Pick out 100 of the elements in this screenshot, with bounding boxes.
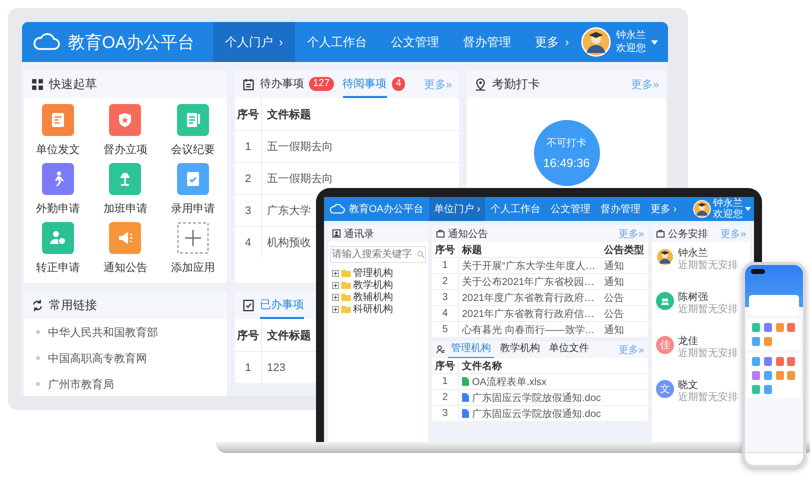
row-number: 4: [244, 236, 252, 248]
plus-box-icon[interactable]: [332, 282, 339, 288]
table-cell[interactable]: 五一假期去向: [267, 173, 333, 185]
link[interactable]: 中华人民共和国教育部: [48, 324, 158, 340]
tab[interactable]: 单位文件: [546, 341, 592, 358]
notepad-icon[interactable]: [177, 104, 210, 136]
tree-item[interactable]: 管理机构: [353, 266, 393, 280]
panel-title: 常用链接: [49, 296, 97, 314]
schedule-note: 近期暂无安排: [678, 348, 738, 360]
table-cell: 通知: [601, 274, 648, 290]
user-name: 钟永兰: [616, 29, 646, 42]
avatar-letter: 佳: [656, 336, 674, 354]
panel-title: 快速起草: [49, 76, 97, 92]
row-number: 2: [432, 274, 458, 290]
tab[interactable]: 已办事项: [260, 291, 304, 319]
table-cell[interactable]: 2021年度广东省教育行政府…: [458, 290, 602, 306]
avatar-icon: [656, 248, 674, 266]
row-number: 3: [244, 204, 252, 216]
caret-icon[interactable]: [651, 40, 658, 44]
tree-item[interactable]: 科研机构: [353, 302, 393, 316]
row-number: 3: [432, 406, 458, 421]
panel-title: 通讯录: [344, 228, 374, 240]
column-header: 文件标题: [267, 108, 311, 120]
row-number: 4: [432, 306, 458, 322]
contacts-icon: [332, 229, 341, 238]
nav-tab[interactable]: 公文管理: [545, 197, 596, 221]
table-cell[interactable]: 心有暮光 向春而行——致学…: [458, 322, 602, 337]
person-name: 龙佳: [678, 336, 699, 348]
app-title: 教育OA办公平台: [349, 202, 424, 216]
walking-person-icon[interactable]: [42, 163, 74, 195]
app-label[interactable]: 录用申请: [171, 201, 216, 216]
add-icon[interactable]: [177, 222, 210, 254]
table-cell[interactable]: 机构预收: [267, 237, 311, 249]
app-label[interactable]: 督办立项: [103, 142, 148, 157]
lamp-icon[interactable]: [109, 163, 142, 195]
app-title: 教育OA办公平台: [68, 32, 195, 54]
file-link[interactable]: 广东固应云学院放假通知.doc: [472, 406, 601, 420]
tab[interactable]: 教学机构: [497, 341, 543, 358]
link[interactable]: 中国高职高专教育网: [48, 350, 147, 366]
table-cell[interactable]: 五一假期去向: [267, 141, 333, 153]
column-header: 序号: [432, 242, 458, 258]
app-label[interactable]: 转正申请: [36, 260, 80, 275]
nav-tab[interactable]: 更多 ›: [645, 197, 682, 221]
file-link[interactable]: OA流程表单.xlsx: [472, 374, 546, 388]
avatar-icon: [693, 200, 711, 218]
briefcase-icon: [436, 229, 445, 238]
spreadsheet-file-icon: [462, 377, 469, 386]
plus-box-icon[interactable]: [332, 306, 339, 312]
table-cell[interactable]: 2021年广东省教育行政府信…: [458, 306, 602, 322]
nav-tab[interactable]: 个人工作台: [295, 22, 379, 62]
app-label[interactable]: 加班申请: [103, 201, 148, 216]
nav-tab[interactable]: 更多 ›: [523, 22, 581, 62]
column-header: 标题: [458, 242, 602, 258]
app-label[interactable]: 会议纪要: [171, 142, 216, 157]
table-cell: 公告: [601, 290, 648, 306]
megaphone-icon[interactable]: [109, 222, 142, 254]
checked-document-icon[interactable]: [177, 163, 210, 195]
tab[interactable]: 待阅事项: [342, 70, 387, 98]
table-cell: 通知: [601, 322, 648, 337]
tree-item[interactable]: 教学机构: [353, 278, 393, 292]
plus-box-icon[interactable]: [332, 270, 339, 276]
bullet-dot: [36, 356, 40, 360]
column-header: 文件名称: [458, 358, 648, 374]
nav-tab[interactable]: 单位门户 ›: [429, 197, 486, 221]
table-cell[interactable]: 关于开展“广东大学生年度人…: [458, 258, 602, 274]
column-header: 文件标题: [267, 330, 311, 342]
row-number: 1: [432, 258, 458, 274]
user-name: 钟永兰: [713, 198, 743, 209]
table-cell: 通知: [601, 258, 648, 274]
app-label[interactable]: 外勤申请: [36, 201, 80, 216]
app-label[interactable]: 添加应用: [171, 260, 216, 275]
person-name: 钟永兰: [678, 248, 709, 260]
person-name: 晓文: [678, 380, 699, 392]
table-cell[interactable]: 广东大学: [267, 205, 311, 217]
table-cell[interactable]: 123: [267, 362, 286, 374]
count-badge: 4: [392, 77, 406, 91]
row-number: 2: [432, 390, 458, 406]
bullet-dot: [36, 330, 40, 334]
count-badge: 127: [309, 77, 334, 91]
tab[interactable]: 待办事项: [260, 70, 304, 98]
nav-tab[interactable]: 督办管理: [595, 197, 646, 221]
tree-item[interactable]: 教辅机构: [353, 290, 393, 304]
tab[interactable]: 管理机构: [448, 341, 494, 358]
nav-tab[interactable]: 个人门户 ›: [213, 22, 295, 62]
nav-tab[interactable]: 督办管理: [451, 22, 523, 62]
panel-title: 通知公告: [448, 228, 488, 240]
person-badge-icon[interactable]: [42, 222, 74, 254]
row-number: 1: [432, 374, 458, 390]
document-icon[interactable]: [42, 104, 74, 136]
avatar-icon: [581, 27, 611, 57]
file-link[interactable]: 广东固应云学院放假通知.doc: [472, 390, 601, 404]
search-icon[interactable]: [417, 250, 425, 259]
nav-tab[interactable]: 公文管理: [379, 22, 451, 62]
app-label[interactable]: 通知公告: [103, 260, 148, 275]
table-cell[interactable]: 关于公布2021年广东省校园…: [458, 274, 602, 290]
link[interactable]: 广州市教育局: [48, 376, 114, 392]
caret-icon[interactable]: [745, 207, 751, 211]
plus-box-icon[interactable]: [332, 294, 339, 300]
nav-tab[interactable]: 个人工作台: [485, 197, 546, 221]
app-label[interactable]: 单位发文: [36, 142, 80, 157]
